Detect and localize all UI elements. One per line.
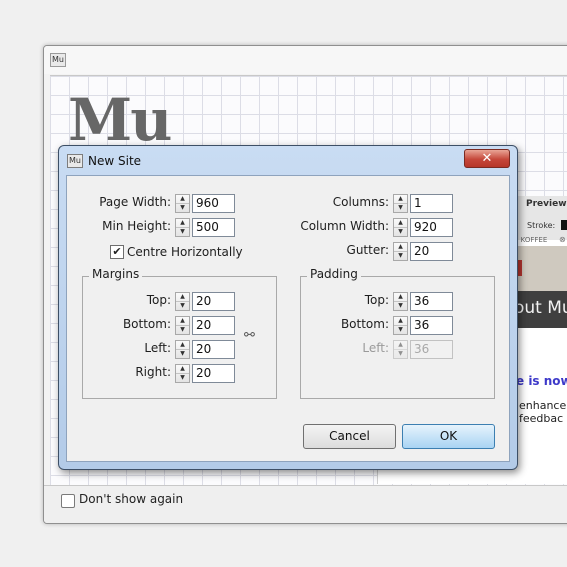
columns-input[interactable]: 1 [410,194,453,213]
news-text-line-1: enhancen [519,399,567,412]
ok-button[interactable]: OK [402,424,495,449]
min-height-stepper[interactable]: ▲ ▼ [175,218,190,237]
padding-group-title: Padding [307,267,361,281]
padding-bottom-label: Bottom: [340,317,389,331]
padding-bottom-stepper[interactable]: ▲ ▼ [393,316,408,335]
chevron-up-icon[interactable]: ▲ [176,365,189,373]
margin-right-input[interactable]: 20 [192,364,235,383]
chevron-down-icon[interactable]: ▼ [394,251,407,260]
chevron-down-icon[interactable]: ▼ [394,325,407,334]
page-width-stepper[interactable]: ▲ ▼ [175,194,190,213]
chevron-up-icon[interactable]: ▲ [176,195,189,203]
muse-logo: Mu [68,86,172,154]
column-width-label: Column Width: [300,219,389,233]
padding-top-stepper[interactable]: ▲ ▼ [393,292,408,311]
chevron-up-icon[interactable]: ▲ [176,293,189,301]
chevron-down-icon[interactable]: ▼ [176,203,189,212]
columns-label: Columns: [332,195,389,209]
chevron-up-icon[interactable]: ▲ [176,317,189,325]
column-width-input[interactable]: 920 [410,218,453,237]
stroke-swatch[interactable] [561,220,567,230]
margin-bottom-input[interactable]: 20 [192,316,235,335]
margin-top-stepper[interactable]: ▲ ▼ [175,292,190,311]
chevron-down-icon[interactable]: ▼ [394,203,407,212]
margin-top-input[interactable]: 20 [192,292,235,311]
chevron-up-icon[interactable]: ▲ [176,341,189,349]
chevron-up-icon[interactable]: ▲ [394,293,407,301]
gutter-stepper[interactable]: ▲ ▼ [393,242,408,261]
chevron-down-icon[interactable]: ▼ [176,301,189,310]
centre-horizontally-label: Centre Horizontally [127,245,243,259]
padding-top-input[interactable]: 36 [410,292,453,311]
chevron-down-icon[interactable]: ▼ [176,349,189,358]
margin-left-label: Left: [144,341,171,355]
padding-bottom-input[interactable]: 36 [410,316,453,335]
about-banner-text: out Mu [514,298,567,318]
min-height-label: Min Height: [102,219,171,233]
stroke-label: Stroke: [527,221,556,230]
padding-left-stepper: ▲ ▼ [393,340,408,359]
cancel-button[interactable]: Cancel [303,424,396,449]
window-titlebar [44,46,567,74]
news-link[interactable]: e is now [516,374,567,388]
chevron-up-icon: ▲ [398,341,403,348]
preview-tab[interactable]: Preview [526,199,567,209]
column-width-stepper[interactable]: ▲ ▼ [393,218,408,237]
min-height-input[interactable]: 500 [192,218,235,237]
margin-left-stepper[interactable]: ▲ ▼ [175,340,190,359]
news-text-line-2: feedbac [519,412,564,425]
dont-show-again-checkbox[interactable] [61,494,75,508]
margins-group-title: Margins [89,267,143,281]
columns-stepper[interactable]: ▲ ▼ [393,194,408,213]
margin-right-stepper[interactable]: ▲ ▼ [175,364,190,383]
dont-show-again-label: Don't show again [79,492,184,506]
margin-right-label: Right: [135,365,171,379]
padding-top-label: Top: [364,293,389,307]
new-site-dialog: Mu New Site ✕ Page Width: ▲ ▼ 960 Min Hei… [58,145,518,470]
padding-left-input: 36 [410,340,453,359]
close-tab-icon[interactable]: ⊗ [559,235,566,244]
chevron-down-icon[interactable]: ▼ [394,227,407,236]
margin-top-label: Top: [146,293,171,307]
open-file-tab[interactable]: E KOFFEE [514,236,547,244]
dialog-title: New Site [88,154,142,168]
page-width-label: Page Width: [99,195,171,209]
chevron-up-icon[interactable]: ▲ [394,219,407,227]
chain-link-icon[interactable]: ⚯ [244,328,255,343]
centre-horizontally-checkbox[interactable]: ✔ [110,245,124,259]
chevron-down-icon[interactable]: ▼ [176,227,189,236]
margin-bottom-label: Bottom: [122,317,171,331]
padding-left-label: Left: [362,341,389,355]
chevron-down-icon[interactable]: ▼ [394,301,407,310]
chevron-down-icon: ▼ [394,349,407,358]
chevron-up-icon[interactable]: ▲ [394,317,407,325]
gutter-label: Gutter: [346,243,389,257]
chevron-up-icon[interactable]: ▲ [176,219,189,227]
close-button[interactable]: ✕ [464,149,510,168]
page-width-input[interactable]: 960 [192,194,235,213]
chevron-down-icon[interactable]: ▼ [176,373,189,382]
muse-app-icon: Mu [50,53,66,67]
chevron-down-icon[interactable]: ▼ [176,325,189,334]
margin-left-input[interactable]: 20 [192,340,235,359]
margin-bottom-stepper[interactable]: ▲ ▼ [175,316,190,335]
chevron-up-icon[interactable]: ▲ [394,195,407,203]
dialog-body: Page Width: ▲ ▼ 960 Min Height: ▲ ▼ 500 ✔ … [66,175,510,462]
chevron-up-icon[interactable]: ▲ [394,243,407,251]
dialog-app-icon: Mu [67,154,83,168]
gutter-input[interactable]: 20 [410,242,453,261]
